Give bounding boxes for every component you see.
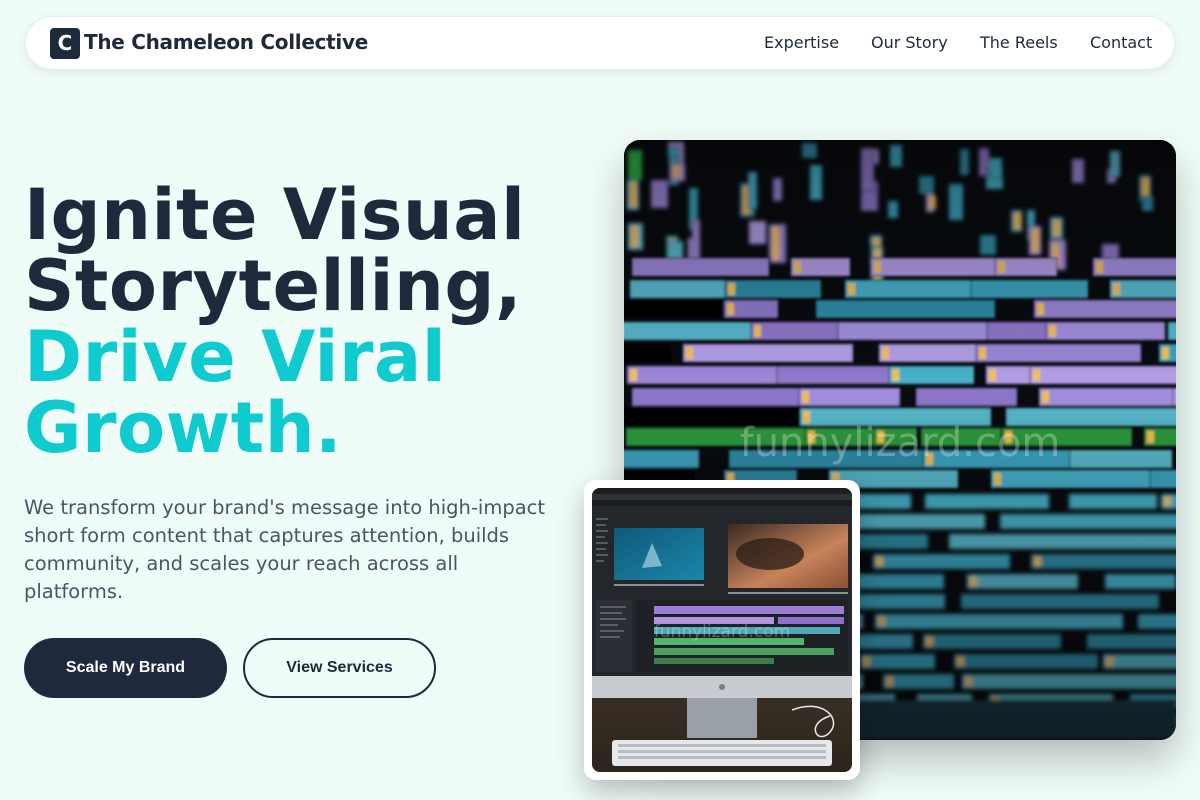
nav-link-contact[interactable]: Contact [1090,33,1152,52]
hero-subtext: We transform your brand's message into h… [24,496,546,603]
scale-my-brand-button[interactable]: Scale My Brand [24,638,227,698]
headline-line-3: Drive Viral [24,316,447,398]
watermark-text: funnylizard.com [739,420,1061,466]
headline-line-1: Ignite Visual [24,174,526,256]
logo-icon[interactable]: C [50,28,80,59]
headline-line-2: Storytelling, [24,245,523,327]
brand-name[interactable]: The Chameleon Collective [84,30,368,54]
inset-watermark-text: funnylizard.com [653,622,791,642]
hero-headline: Ignite Visual Storytelling, Drive Viral … [24,180,525,464]
monitor-photo: funnylizard.com [592,488,852,772]
headline-line-4: Growth. [24,387,343,469]
nav-link-the-reels[interactable]: The Reels [980,33,1058,52]
top-navbar: C The Chameleon Collective Expertise Our… [25,16,1175,70]
nav-link-our-story[interactable]: Our Story [871,33,948,52]
nav-link-expertise[interactable]: Expertise [764,33,839,52]
view-services-button[interactable]: View Services [243,638,436,698]
monitor-photo-card: funnylizard.com [584,480,860,780]
